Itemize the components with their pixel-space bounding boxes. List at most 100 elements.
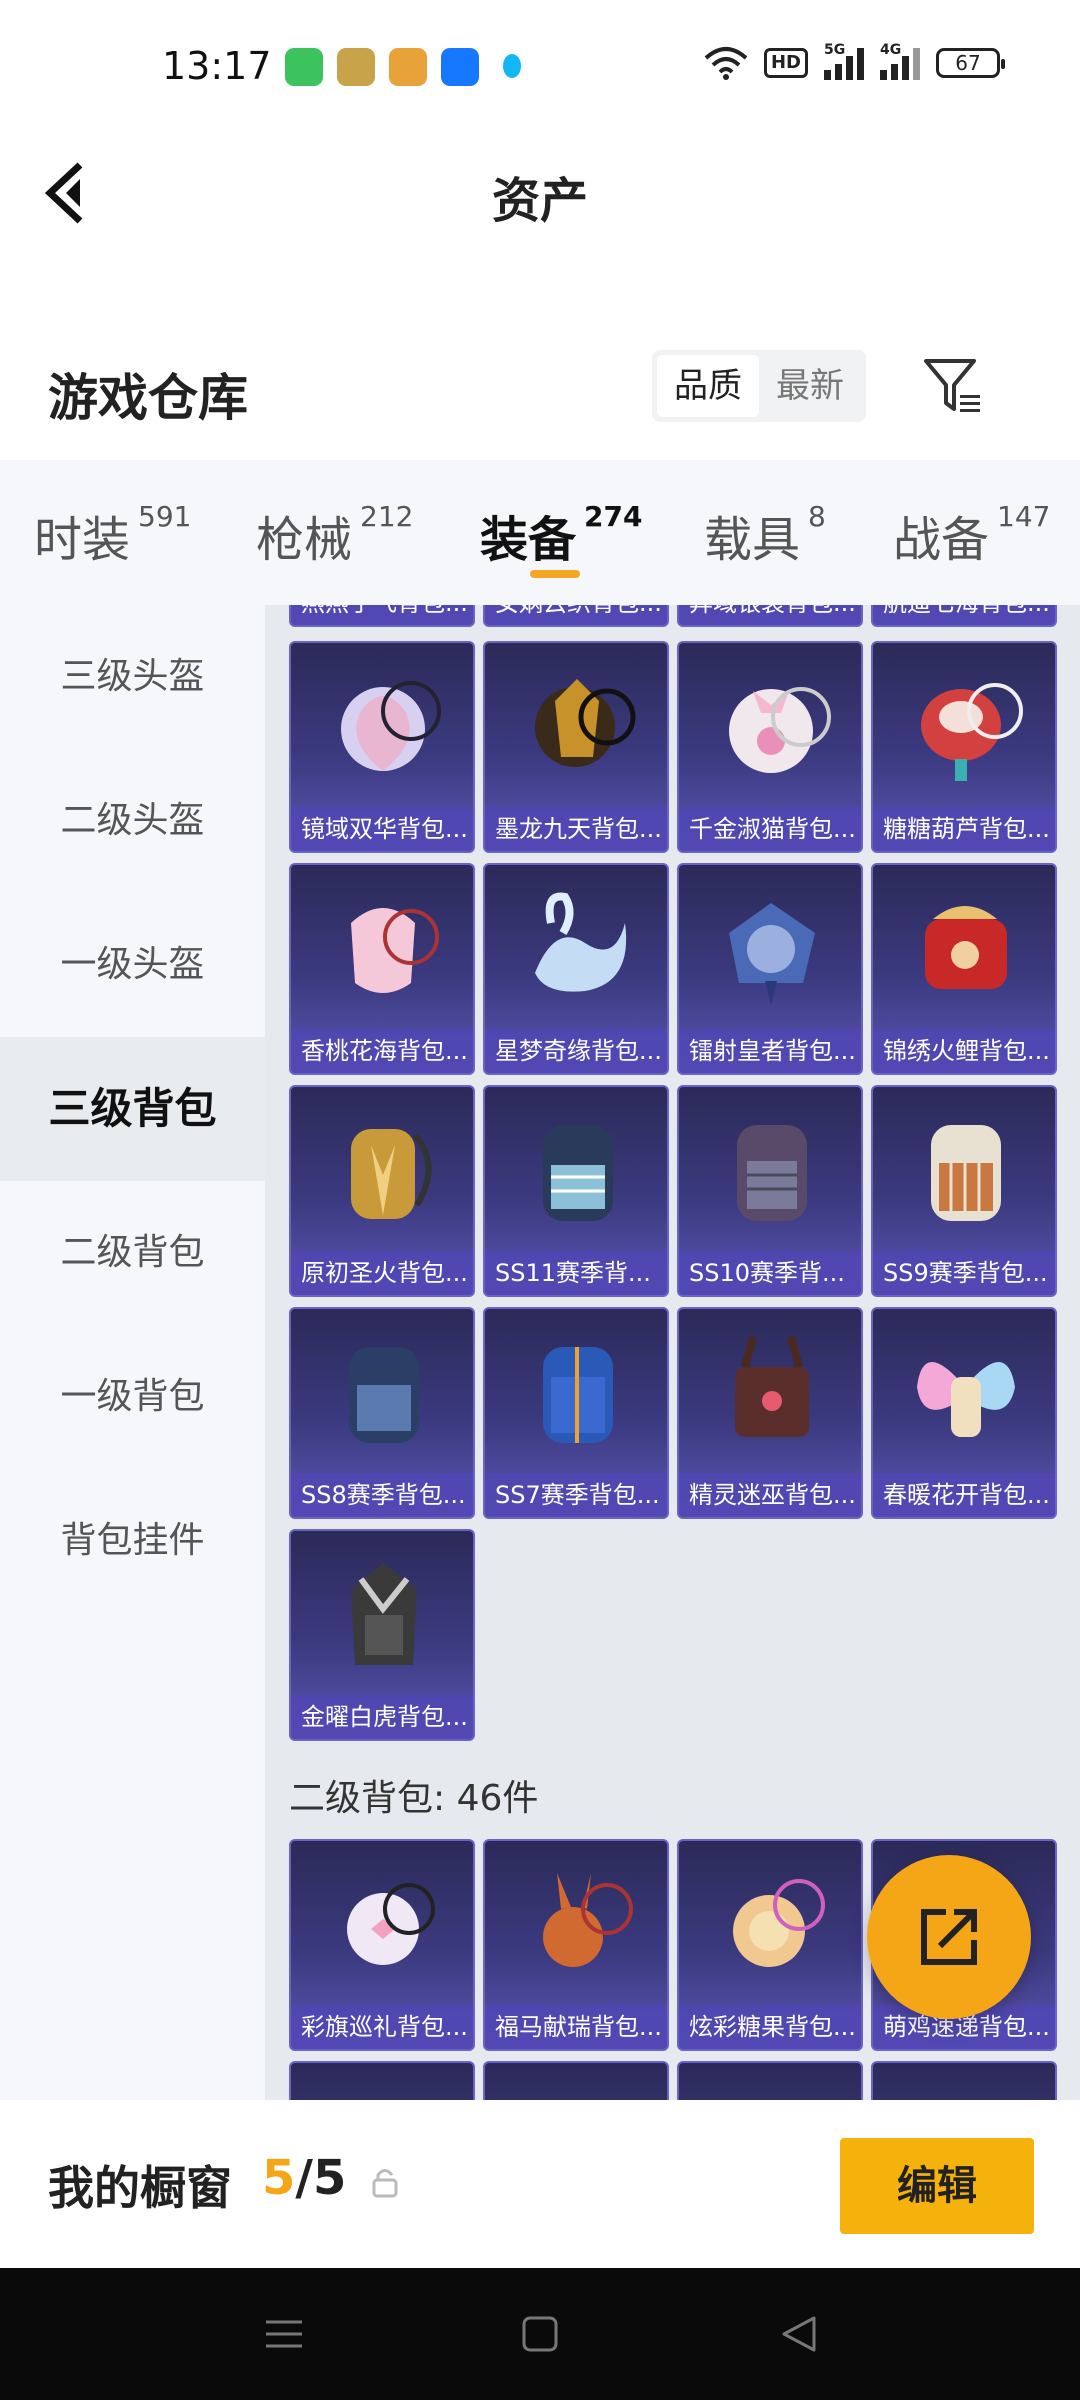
item-card[interactable]: SS7赛季背包... bbox=[483, 1307, 669, 1519]
tab-equipment[interactable]: 装备 274 bbox=[480, 500, 642, 570]
backpack-art-icon bbox=[733, 1879, 825, 1967]
qq-app-icon bbox=[493, 48, 531, 86]
backpack-art-icon bbox=[737, 1125, 807, 1221]
item-card[interactable]: 航遥七海背包... bbox=[871, 605, 1057, 627]
item-card[interactable]: 燕燕于飞背包... bbox=[289, 605, 475, 627]
item-card[interactable] bbox=[871, 2061, 1057, 2100]
signal-4g-icon: 4G bbox=[880, 42, 920, 80]
backpack-art-icon bbox=[349, 1347, 419, 1443]
backpack-art-icon bbox=[535, 892, 627, 992]
sidebar-item-helmet-3[interactable]: 三级头盔 bbox=[0, 605, 265, 749]
backpack-art-icon bbox=[921, 683, 1023, 781]
item-card[interactable]: 女娲云织背包... bbox=[483, 605, 669, 627]
item-card[interactable]: 锦绣火鲤背包... bbox=[871, 863, 1057, 1075]
item-name: 墨龙九天背包... bbox=[485, 807, 667, 851]
tab-fashion[interactable]: 时装 591 bbox=[34, 500, 191, 570]
sort-latest-button[interactable]: 最新 bbox=[759, 355, 861, 417]
item-name: 精灵迷巫背包... bbox=[679, 1473, 861, 1517]
item-card[interactable] bbox=[289, 2061, 475, 2100]
sidebar-item-backpack-pendant[interactable]: 背包挂件 bbox=[0, 1469, 265, 1613]
sidebar-item-helmet-2[interactable]: 二级头盔 bbox=[0, 749, 265, 893]
sidebar-item-backpack-1[interactable]: 一级背包 bbox=[0, 1325, 265, 1469]
item-name: 糖糖葫芦背包... bbox=[873, 807, 1055, 851]
backpack-art-icon bbox=[729, 903, 815, 1005]
item-card[interactable]: 精灵迷巫背包... bbox=[677, 1307, 863, 1519]
backpack-art-icon bbox=[931, 1125, 1001, 1221]
item-card[interactable]: 异域银装背包... bbox=[677, 605, 863, 627]
item-name: 香桃花海背包... bbox=[291, 1029, 473, 1073]
item-card[interactable]: SS8赛季背包... bbox=[289, 1307, 475, 1519]
sidebar: 三级头盔 二级头盔 一级头盔 三级背包 二级背包 一级背包 背包挂件 bbox=[0, 605, 265, 2100]
status-app-icons bbox=[285, 48, 531, 86]
item-card[interactable]: 星梦奇缘背包... bbox=[483, 863, 669, 1075]
backpack-art-icon bbox=[543, 1873, 633, 1967]
sort-quality-button[interactable]: 品质 bbox=[657, 355, 759, 417]
category-tabs: 时装 591 枪械 212 装备 274 载具 8 战备 147 bbox=[0, 460, 1080, 605]
home-icon[interactable] bbox=[518, 2312, 562, 2356]
alipay-app-icon bbox=[441, 48, 479, 86]
item-card[interactable]: 炫彩糖果背包... bbox=[677, 1839, 863, 2051]
section-title: 游戏仓库 bbox=[48, 369, 248, 427]
edit-button[interactable]: 编辑 bbox=[840, 2138, 1034, 2234]
wifi-icon bbox=[704, 47, 748, 80]
showcase-bar: 我的橱窗 5/5 编辑 bbox=[0, 2100, 1080, 2268]
sort-toggle: 品质 最新 bbox=[652, 350, 866, 422]
menu-icon[interactable] bbox=[262, 2312, 306, 2356]
item-card[interactable]: 金曜白虎背包... bbox=[289, 1529, 475, 1741]
item-card[interactable]: SS10赛季背... bbox=[677, 1085, 863, 1297]
tab-weapons[interactable]: 枪械 212 bbox=[256, 500, 413, 570]
status-time: 13:17 bbox=[162, 44, 272, 88]
item-card[interactable]: 镜域双华背包... bbox=[289, 641, 475, 853]
page-title: 资产 bbox=[491, 173, 588, 229]
lock-icon bbox=[372, 2169, 398, 2198]
backpack-art-icon bbox=[543, 1125, 613, 1221]
item-card[interactable] bbox=[483, 2061, 669, 2100]
signal-5g-icon: 5G bbox=[824, 42, 864, 80]
backpack-art-icon bbox=[351, 908, 439, 993]
item-card[interactable]: 原初圣火背包... bbox=[289, 1085, 475, 1297]
item-card[interactable]: SS11赛季背... bbox=[483, 1085, 669, 1297]
item-card[interactable]: 春暖花开背包... bbox=[871, 1307, 1057, 1519]
group-title: 二级背包: 46件 bbox=[289, 1778, 539, 1819]
item-card[interactable]: 镭射皇者背包... bbox=[677, 863, 863, 1075]
share-icon bbox=[921, 1909, 977, 1965]
item-card[interactable]: 糖糖葫芦背包... bbox=[871, 641, 1057, 853]
backpack-art-icon bbox=[925, 906, 1007, 989]
shield-app-icon bbox=[285, 48, 323, 86]
item-name: 锦绣火鲤背包... bbox=[873, 1029, 1055, 1073]
item-card[interactable] bbox=[677, 2061, 863, 2100]
sidebar-item-backpack-3[interactable]: 三级背包 bbox=[0, 1037, 265, 1181]
item-card[interactable]: 千金淑猫背包... bbox=[677, 641, 863, 853]
backpack-art-icon bbox=[341, 681, 441, 771]
item-name: 春暖花开背包... bbox=[873, 1473, 1055, 1517]
share-fab-button[interactable] bbox=[867, 1855, 1031, 2019]
filter-button[interactable] bbox=[922, 355, 984, 417]
item-card[interactable]: 墨龙九天背包... bbox=[483, 641, 669, 853]
item-name: SS9赛季背包... bbox=[873, 1251, 1055, 1295]
item-name: 镜域双华背包... bbox=[291, 807, 473, 851]
backpack-art-icon bbox=[535, 679, 636, 767]
sidebar-item-backpack-2[interactable]: 二级背包 bbox=[0, 1181, 265, 1325]
status-right: HD 5G 4G 67 bbox=[704, 42, 1005, 80]
item-name: 异域银装背包... bbox=[679, 605, 861, 625]
sidebar-item-helmet-1[interactable]: 一级头盔 bbox=[0, 893, 265, 1037]
item-card[interactable]: 福马献瑞背包... bbox=[483, 1839, 669, 2051]
tab-supplies[interactable]: 战备 147 bbox=[893, 500, 1050, 570]
hd-badge: HD bbox=[763, 48, 808, 78]
item-card[interactable]: SS9赛季背包... bbox=[871, 1085, 1057, 1297]
item-card[interactable]: 香桃花海背包... bbox=[289, 863, 475, 1075]
backpack-art-icon bbox=[347, 1883, 435, 1965]
status-bar: 13:17 HD 5G 4G 67 bbox=[0, 0, 1080, 135]
item-name: 燕燕于飞背包... bbox=[291, 605, 473, 625]
item-name: SS10赛季背... bbox=[679, 1251, 861, 1295]
item-name: 星梦奇缘背包... bbox=[485, 1029, 667, 1073]
item-name: 千金淑猫背包... bbox=[679, 807, 861, 851]
backpack-art-icon bbox=[729, 687, 831, 773]
active-tab-indicator bbox=[530, 570, 580, 578]
back-nav-icon[interactable] bbox=[778, 2312, 822, 2356]
tab-vehicles[interactable]: 载具 8 bbox=[704, 500, 826, 570]
item-name: 彩旗巡礼背包... bbox=[291, 2005, 473, 2049]
item-card[interactable]: 彩旗巡礼背包... bbox=[289, 1839, 475, 2051]
backpack-art-icon bbox=[351, 1129, 432, 1219]
showcase-count: 5/5 bbox=[262, 2150, 347, 2206]
